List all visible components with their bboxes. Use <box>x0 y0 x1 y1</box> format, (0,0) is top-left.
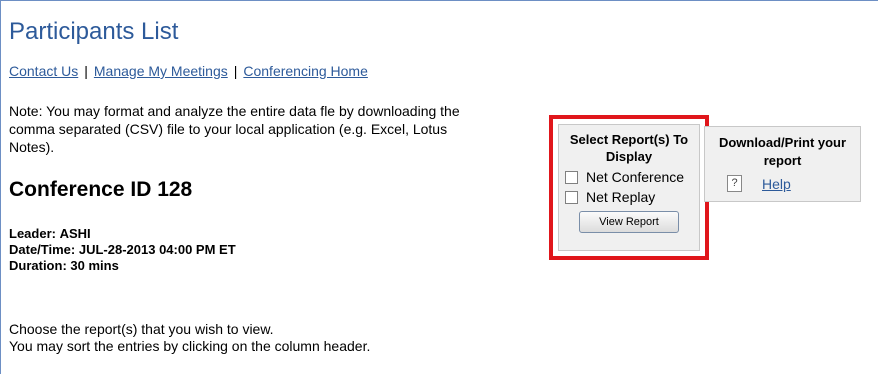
net-conference-label: Net Conference <box>586 169 685 185</box>
leader-row: Leader: ASHI <box>9 226 236 242</box>
instruction-line: Choose the report(s) that you wish to vi… <box>9 321 274 337</box>
report-heading-line: Display <box>605 149 653 164</box>
duration-label: Duration: <box>9 258 67 273</box>
conferencing-home-link[interactable]: Conferencing Home <box>243 63 368 79</box>
download-panel-heading: Download/Print your report <box>705 134 860 170</box>
nav-separator: | <box>233 63 238 79</box>
note-line: Note: You may format and analyze the ent… <box>9 103 460 119</box>
datetime-row: Date/Time: JUL-28-2013 04:00 PM ET <box>9 242 236 258</box>
duration-row: Duration: 30 mins <box>9 258 236 274</box>
leader-value: ASHI <box>59 226 91 241</box>
net-replay-option[interactable]: Net Replay <box>565 189 699 205</box>
note-line: comma separated (CSV) file to your local… <box>9 121 448 137</box>
net-conference-checkbox[interactable] <box>565 170 578 184</box>
nav-separator: | <box>84 63 88 79</box>
conference-id-heading: Conference ID 128 <box>9 178 193 201</box>
view-report-button[interactable]: View Report <box>579 211 679 233</box>
net-replay-checkbox[interactable] <box>565 190 578 204</box>
report-selection-panel: Select Report(s) To Display Net Conferen… <box>558 124 700 251</box>
datetime-value: JUL-28-2013 04:00 PM ET <box>78 242 236 257</box>
help-icon[interactable]: ? <box>727 175 742 192</box>
note-text: Note: You may format and analyze the ent… <box>9 102 539 156</box>
instruction-line: You may sort the entries by clicking on … <box>9 338 371 354</box>
nav-links: Contact Us | Manage My Meetings | Conferenci… <box>9 63 368 79</box>
instructions-text: Choose the report(s) that you wish to vi… <box>9 321 370 355</box>
contact-us-link[interactable]: Contact Us <box>9 63 78 79</box>
page-title: Participants List <box>9 18 179 45</box>
manage-meetings-link[interactable]: Manage My Meetings <box>94 63 228 79</box>
download-heading-line: report <box>763 153 802 168</box>
download-heading-line: Download/Print your <box>718 135 847 150</box>
help-row: ? Help <box>727 175 860 192</box>
leader-label: Leader: <box>9 226 56 241</box>
report-panel-heading: Select Report(s) To Display <box>559 131 699 165</box>
note-line: Notes). <box>9 139 55 155</box>
download-print-panel: Download/Print your report ? Help <box>704 126 861 202</box>
conference-details: Leader: ASHI Date/Time: JUL-28-2013 04:0… <box>9 226 236 274</box>
report-selection-highlight: Select Report(s) To Display Net Conferen… <box>549 115 709 260</box>
duration-value: 30 mins <box>70 258 119 273</box>
report-heading-line: Select Report(s) To <box>569 132 689 147</box>
net-replay-label: Net Replay <box>586 189 656 205</box>
datetime-label: Date/Time: <box>9 242 76 257</box>
help-link[interactable]: Help <box>762 176 791 192</box>
net-conference-option[interactable]: Net Conference <box>565 169 699 185</box>
